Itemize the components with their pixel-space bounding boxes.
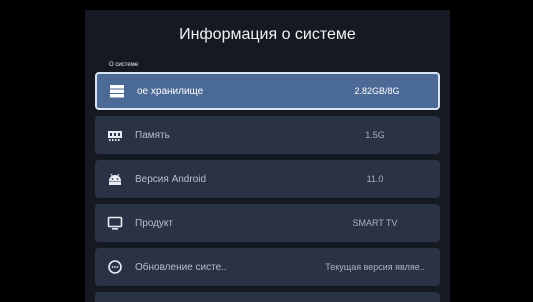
storage-icon bbox=[109, 83, 125, 99]
list-item-partial[interactable] bbox=[95, 292, 440, 302]
list-item-system-update[interactable]: Обновление систе.. Текущая версия являе.… bbox=[95, 248, 440, 286]
list-item-memory[interactable]: Память 1.5G bbox=[95, 116, 440, 154]
list-item-storage[interactable]: ое хранилище 2.82GB/8G bbox=[95, 72, 440, 110]
memory-icon bbox=[107, 127, 123, 143]
item-value: 1.5G bbox=[365, 130, 385, 140]
monitor-icon bbox=[107, 215, 123, 231]
list-item-android-version[interactable]: Версия Android 11.0 bbox=[95, 160, 440, 198]
item-label: ое хранилище bbox=[137, 85, 204, 97]
update-icon bbox=[107, 259, 123, 275]
item-label: Память bbox=[135, 129, 170, 141]
item-value: 2.82GB/8G bbox=[354, 86, 400, 96]
breadcrumb: О системе bbox=[109, 62, 139, 68]
page-title: Информация о системе bbox=[179, 26, 356, 43]
item-value: SMART TV bbox=[352, 218, 398, 228]
android-icon bbox=[107, 171, 123, 187]
settings-panel: Информация о системе О системе ое хранил… bbox=[85, 10, 450, 302]
item-label: Обновление систе.. bbox=[135, 261, 227, 273]
item-label: Продукт bbox=[135, 217, 173, 229]
item-value: Текущая версия являе.. bbox=[325, 262, 425, 272]
item-label: Версия Android bbox=[135, 173, 207, 185]
item-value: 11.0 bbox=[366, 174, 384, 184]
list-item-product[interactable]: Продукт SMART TV bbox=[95, 204, 440, 242]
